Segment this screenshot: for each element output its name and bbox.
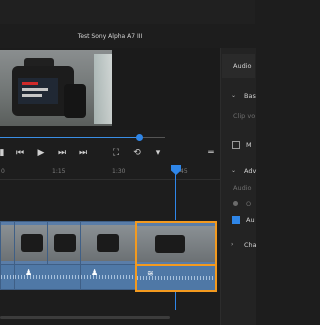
person-icon: ♟ <box>25 268 33 277</box>
video-clip[interactable] <box>0 221 15 265</box>
audio-clip[interactable]: ♟ <box>80 264 136 290</box>
chevron-right-icon[interactable]: › <box>231 241 233 248</box>
menu-icon[interactable]: ═ <box>205 147 217 159</box>
camera-screen <box>18 78 58 104</box>
section-basic[interactable]: Bas <box>244 92 256 100</box>
play-icon[interactable]: ▶ <box>35 147 47 159</box>
more-icon[interactable]: ▾ <box>152 147 164 159</box>
chevron-down-icon[interactable]: ⌄ <box>231 167 236 174</box>
ruler-label: 1:15 <box>52 168 66 175</box>
video-clip[interactable] <box>80 221 136 265</box>
window-title: Test Sony Alpha A7 III <box>0 24 220 48</box>
camera-grip <box>64 84 86 118</box>
next-marker-icon[interactable]: ⏭ <box>77 147 89 159</box>
person-icon: ♟ <box>91 268 99 277</box>
mute-label: M <box>246 141 252 149</box>
section-channels[interactable]: Cha <box>244 241 257 249</box>
scrubber-progress <box>0 137 139 138</box>
selected-audio-clip[interactable]: ≋ <box>135 264 217 292</box>
scrubber-handle[interactable] <box>136 134 143 141</box>
audio-clip[interactable]: ♟ <box>14 264 81 290</box>
light-panel <box>94 54 112 124</box>
option-label: O <box>246 200 252 208</box>
selected-video-clip[interactable] <box>135 221 217 267</box>
horizontal-scrollbar[interactable] <box>0 316 170 319</box>
mute-checkbox[interactable] <box>232 141 240 149</box>
clip-volume-label: Clip vo <box>233 112 256 120</box>
audio-row-label: Audio <box>233 184 252 192</box>
loop-icon[interactable]: ⟲ <box>131 147 143 159</box>
ruler-label: 0 <box>1 168 5 175</box>
audio-clip[interactable] <box>0 264 15 290</box>
top-bar <box>0 0 255 24</box>
ruler-label: 45 <box>180 168 188 175</box>
audio-option-label: Au <box>246 216 255 224</box>
previous-frame-icon[interactable]: ▮ <box>0 147 8 159</box>
ruler-label: 1:30 <box>112 168 126 175</box>
skip-forward-icon[interactable]: ⏭ <box>56 147 68 159</box>
audio-icon: ≋ <box>147 269 154 278</box>
fullscreen-icon[interactable]: ⛶ <box>110 147 122 159</box>
video-clip[interactable] <box>14 221 48 265</box>
panel-tab-audio[interactable]: Audio <box>233 62 251 70</box>
section-advanced[interactable]: Adv <box>244 167 256 175</box>
audio-checkbox[interactable] <box>232 216 240 224</box>
video-preview[interactable] <box>0 50 112 126</box>
video-clip[interactable] <box>47 221 81 265</box>
skip-back-icon[interactable]: ⏮ <box>14 147 26 159</box>
chevron-down-icon[interactable]: ⌄ <box>231 92 236 99</box>
option-radio[interactable] <box>233 201 238 206</box>
